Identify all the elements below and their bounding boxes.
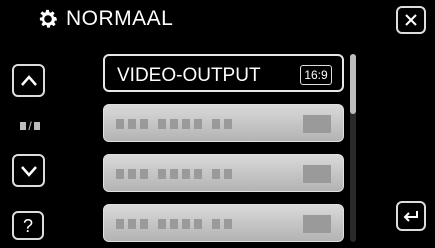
- back-button[interactable]: [396, 201, 426, 231]
- page-indicator: /: [17, 118, 43, 134]
- menu-item-label: VIDEO-OUTPUT: [117, 65, 261, 86]
- page-indicator-block: [20, 122, 27, 130]
- close-button[interactable]: [396, 6, 426, 34]
- chevron-up-icon: [20, 74, 37, 86]
- header: NORMAAL: [36, 4, 173, 34]
- placeholder-text-bars: [116, 169, 232, 179]
- placeholder-text-bars: [116, 119, 232, 129]
- menu-item-placeholder[interactable]: [103, 154, 344, 192]
- page-title: NORMAAL: [66, 7, 174, 30]
- menu-item-placeholder[interactable]: [103, 204, 344, 242]
- help-label: ?: [22, 215, 33, 236]
- menu-item-placeholder[interactable]: [103, 104, 344, 142]
- placeholder-value-box: [303, 115, 331, 133]
- placeholder-value-box: [303, 215, 331, 233]
- help-button[interactable]: ?: [12, 211, 44, 240]
- page-indicator-slash: /: [28, 119, 32, 133]
- scrollbar[interactable]: [350, 54, 356, 242]
- scroll-up-button[interactable]: [12, 64, 45, 97]
- menu-item-video-output[interactable]: VIDEO-OUTPUT 16:9: [103, 54, 344, 92]
- chevron-down-icon: [20, 165, 37, 177]
- gear-icon: [39, 9, 58, 28]
- placeholder-value-box: [303, 165, 331, 183]
- placeholder-text-bars: [116, 219, 232, 229]
- return-icon: [403, 211, 418, 222]
- close-icon: [405, 14, 417, 26]
- scroll-down-button[interactable]: [12, 154, 45, 187]
- scrollbar-thumb[interactable]: [350, 54, 356, 114]
- page-indicator-block: [33, 122, 40, 130]
- aspect-ratio-badge: 16:9: [300, 65, 332, 85]
